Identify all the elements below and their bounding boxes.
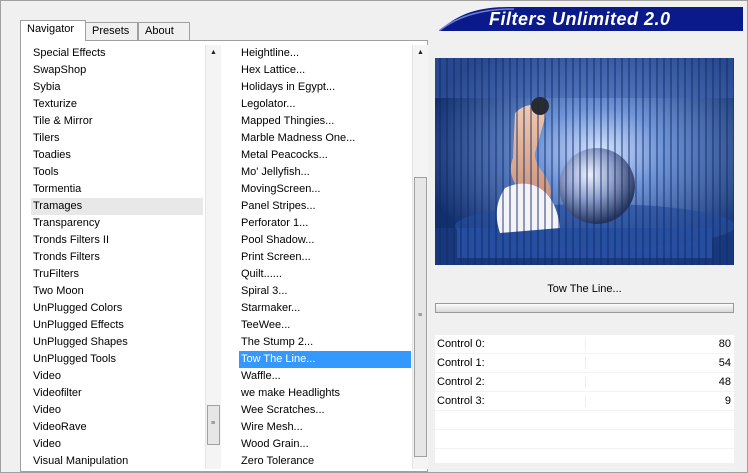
filter-item[interactable]: Wee Scratches... [239, 402, 411, 419]
filter-item[interactable]: Legolator... [239, 96, 411, 113]
empty-control-row [435, 449, 734, 468]
category-item[interactable]: Video [31, 368, 203, 385]
preview-artwork [435, 58, 734, 265]
filter-item[interactable]: Hex Lattice... [239, 62, 411, 79]
control-value: 54 [718, 357, 731, 369]
filter-scroll-thumb[interactable]: ≡ [414, 177, 427, 457]
category-item[interactable]: Tramages [31, 198, 203, 215]
category-scroll-thumb[interactable]: ≡ [207, 405, 220, 445]
empty-control-row [435, 411, 734, 430]
category-item[interactable]: Videofilter [31, 385, 203, 402]
scroll-up-arrow-icon[interactable]: ▲ [413, 45, 428, 60]
category-item[interactable]: Tronds Filters [31, 249, 203, 266]
filter-scrollbar[interactable]: ▲ ≡ [412, 45, 428, 469]
filter-item[interactable]: Perforator 1... [239, 215, 411, 232]
filter-item[interactable]: Print Screen... [239, 249, 411, 266]
category-item[interactable]: Tronds Filters II [31, 232, 203, 249]
category-item[interactable]: Video [31, 436, 203, 453]
filter-item[interactable]: Marble Madness One... [239, 130, 411, 147]
tab-about[interactable]: About [138, 22, 190, 40]
category-list[interactable]: Special Effects SwapShop Sybia Texturize Til… [31, 45, 203, 469]
control-label: Control 1: [437, 357, 485, 369]
filter-item[interactable]: Wood Grain... [239, 436, 411, 453]
filter-item[interactable]: Starmaker... [239, 300, 411, 317]
category-scrollbar[interactable]: ▲ ≡ [205, 45, 221, 469]
category-item[interactable]: Visual Manipulation [31, 453, 203, 469]
filter-item[interactable]: TeeWee... [239, 317, 411, 334]
progress-bar [435, 303, 734, 313]
category-item[interactable]: Texturize [31, 96, 203, 113]
tab-presets[interactable]: Presets [85, 22, 138, 40]
logo-text: Filters Unlimited 2.0 [489, 9, 671, 29]
filter-item[interactable]: MovingScreen... [239, 181, 411, 198]
filter-item[interactable]: we make Headlights [239, 385, 411, 402]
category-item[interactable]: Tormentia [31, 181, 203, 198]
category-item[interactable]: Special Effects [31, 45, 203, 62]
current-filter-name: Tow The Line... [547, 283, 622, 295]
filter-item[interactable]: Zero Tolerance [239, 453, 411, 469]
filter-item[interactable]: Waffle... [239, 368, 411, 385]
category-item[interactable]: Tilers [31, 130, 203, 147]
tab-navigator[interactable]: Navigator [20, 20, 86, 41]
category-item[interactable]: UnPlugged Effects [31, 317, 203, 334]
category-item[interactable]: Toadies [31, 147, 203, 164]
app-logo: Filters Unlimited 2.0 [439, 7, 743, 31]
control-label: Control 3: [437, 395, 485, 407]
category-item[interactable]: Transparency [31, 215, 203, 232]
filter-item[interactable]: Pool Shadow... [239, 232, 411, 249]
control-row-1[interactable]: Control 1: 54 [435, 354, 734, 373]
filter-list[interactable]: Heightline... Hex Lattice... Holidays in E… [239, 45, 411, 469]
category-item[interactable]: Tools [31, 164, 203, 181]
category-item[interactable]: UnPlugged Colors [31, 300, 203, 317]
filter-item[interactable]: Metal Peacocks... [239, 147, 411, 164]
filter-item[interactable]: Tow The Line... [239, 351, 411, 368]
control-row-0[interactable]: Control 0: 80 [435, 335, 734, 354]
filter-item[interactable]: Mo' Jellyfish... [239, 164, 411, 181]
filter-item[interactable]: Panel Stripes... [239, 198, 411, 215]
filters-unlimited-window: Filters Unlimited 2.0 Navigator Presets … [0, 0, 748, 473]
category-item[interactable]: SwapShop [31, 62, 203, 79]
control-label: Control 0: [437, 338, 485, 350]
category-item[interactable]: VideoRave [31, 419, 203, 436]
category-item[interactable]: Two Moon [31, 283, 203, 300]
filter-item[interactable]: The Stump 2... [239, 334, 411, 351]
control-row-2[interactable]: Control 2: 48 [435, 373, 734, 392]
filter-item[interactable]: Mapped Thingies... [239, 113, 411, 130]
category-item[interactable]: Tile & Mirror [31, 113, 203, 130]
filter-item[interactable]: Wire Mesh... [239, 419, 411, 436]
category-item[interactable]: Sybia [31, 79, 203, 96]
filter-item[interactable]: Heightline... [239, 45, 411, 62]
control-value: 9 [724, 395, 731, 407]
category-item[interactable]: Video [31, 402, 203, 419]
category-item[interactable]: TruFilters [31, 266, 203, 283]
control-value: 48 [718, 376, 731, 388]
filter-item[interactable]: Spiral 3... [239, 283, 411, 300]
category-item[interactable]: UnPlugged Shapes [31, 334, 203, 351]
control-row-3[interactable]: Control 3: 9 [435, 392, 734, 411]
filter-item[interactable]: Quilt...... [239, 266, 411, 283]
filter-item[interactable]: Holidays in Egypt... [239, 79, 411, 96]
preview-image [435, 58, 734, 265]
control-value: 80 [718, 338, 731, 350]
category-item[interactable]: UnPlugged Tools [31, 351, 203, 368]
control-sliders: Control 0: 80 Control 1: 54 Control 2: 4… [435, 335, 734, 468]
control-label: Control 2: [437, 376, 485, 388]
empty-control-row [435, 430, 734, 449]
scroll-up-arrow-icon[interactable]: ▲ [206, 45, 221, 60]
